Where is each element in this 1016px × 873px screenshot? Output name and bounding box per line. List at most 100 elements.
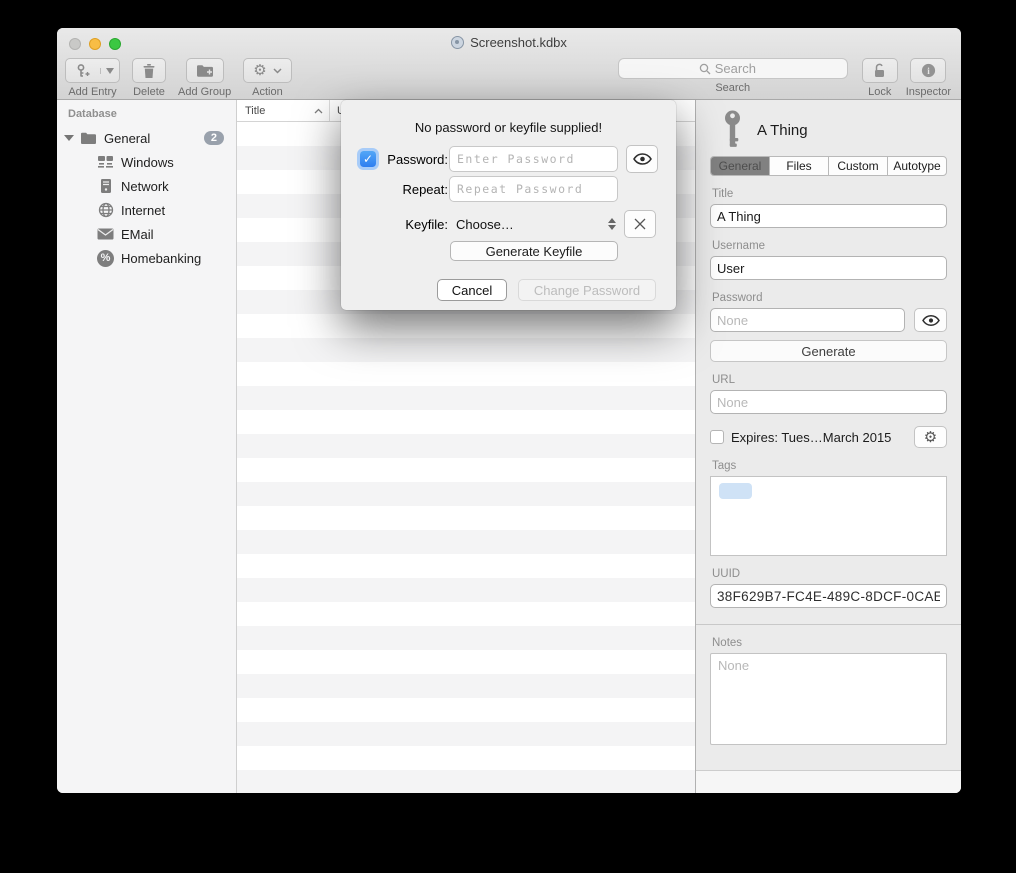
- folder-icon: [80, 130, 97, 147]
- dialog-password-label: Password:: [380, 152, 448, 167]
- add-group-label: Add Group: [178, 86, 231, 98]
- sidebar-item-label: Network: [121, 179, 169, 194]
- divider: [696, 624, 961, 625]
- disclosure-triangle-icon[interactable]: [64, 135, 74, 141]
- reveal-password-button[interactable]: [914, 308, 947, 332]
- tags-label: Tags: [712, 460, 945, 472]
- generate-keyfile-button[interactable]: Generate Keyfile: [450, 241, 618, 261]
- notes-field[interactable]: [710, 653, 947, 745]
- uuid-label: UUID: [712, 568, 945, 580]
- uuid-field[interactable]: [710, 584, 947, 608]
- tags-box[interactable]: [710, 476, 947, 556]
- search-field[interactable]: [618, 58, 848, 79]
- password-checkbox[interactable]: ✓: [360, 151, 376, 167]
- entry-count-badge: 2: [204, 131, 224, 145]
- clear-keyfile-button[interactable]: [624, 210, 656, 238]
- tab-files[interactable]: Files: [770, 157, 829, 175]
- password-field-label: Password: [712, 292, 945, 304]
- add-entry-label: Add Entry: [68, 86, 116, 98]
- sidebar-item-email[interactable]: EMail: [57, 222, 236, 246]
- action-button[interactable]: ⚙: [243, 58, 291, 83]
- sort-ascending-icon: [314, 108, 323, 114]
- gear-icon: ⚙: [253, 63, 266, 78]
- dialog-password-input[interactable]: [449, 146, 618, 172]
- info-icon: i: [921, 63, 936, 78]
- search-label: Search: [715, 82, 750, 94]
- window-title: Screenshot.kdbx: [470, 35, 567, 50]
- sidebar-item-label: Internet: [121, 203, 165, 218]
- eye-icon: [633, 153, 652, 165]
- column-header-title[interactable]: Title: [237, 100, 330, 121]
- url-field[interactable]: [710, 390, 947, 414]
- inspector-label: Inspector: [906, 86, 951, 98]
- expires-settings-button[interactable]: ⚙: [914, 426, 947, 448]
- toolbar: Add Entry Delete Add Group: [57, 54, 961, 100]
- password-field[interactable]: [710, 308, 905, 332]
- search-icon: [699, 63, 711, 75]
- username-field[interactable]: [710, 256, 947, 280]
- sidebar-section-header: Database: [57, 108, 236, 126]
- entry-title: A Thing: [757, 122, 808, 139]
- sidebar-item-internet[interactable]: Internet: [57, 198, 236, 222]
- add-group-button[interactable]: [186, 58, 224, 83]
- sidebar-item-windows[interactable]: Windows: [57, 150, 236, 174]
- delete-label: Delete: [133, 86, 165, 98]
- envelope-icon: [97, 226, 114, 243]
- sidebar-item-label: General: [104, 131, 150, 146]
- chevron-down-icon: [273, 68, 282, 74]
- sidebar-item-homebanking[interactable]: % Homebanking: [57, 246, 236, 270]
- inspector-button[interactable]: i: [910, 58, 946, 83]
- cancel-button[interactable]: Cancel: [437, 279, 507, 301]
- document-proxy-icon: [451, 36, 464, 49]
- lock-label: Lock: [868, 86, 891, 98]
- username-field-label: Username: [712, 240, 945, 252]
- tab-custom[interactable]: Custom: [829, 157, 888, 175]
- lock-button[interactable]: [862, 58, 898, 83]
- sidebar-item-network[interactable]: Network: [57, 174, 236, 198]
- search-input[interactable]: [715, 61, 767, 76]
- change-password-dialog: No password or keyfile supplied! ✓ Passw…: [341, 100, 676, 310]
- tag-pill[interactable]: [719, 483, 752, 499]
- add-entry-dropdown[interactable]: [100, 68, 119, 74]
- add-entry-button[interactable]: [65, 58, 120, 83]
- server-icon: [97, 178, 114, 195]
- generate-password-button[interactable]: Generate: [710, 340, 947, 362]
- window-chrome: Screenshot.kdbx Add Entry: [57, 28, 961, 100]
- dialog-message: No password or keyfile supplied!: [341, 120, 676, 135]
- dialog-repeat-label: Repeat:: [380, 182, 448, 197]
- expires-checkbox[interactable]: [710, 430, 724, 444]
- close-x-icon: [634, 218, 646, 230]
- dialog-keyfile-label: Keyfile:: [380, 217, 448, 232]
- title-field-label: Title: [712, 188, 945, 200]
- sidebar-item-label: Homebanking: [121, 251, 201, 266]
- inspector-tabs: General Files Custom Autotype: [710, 156, 947, 176]
- check-icon: ✓: [363, 152, 373, 166]
- lock-open-icon: [873, 63, 886, 78]
- trash-icon: [142, 63, 156, 79]
- popup-stepper-icon[interactable]: [608, 218, 616, 230]
- sidebar-item-general[interactable]: General 2: [57, 126, 236, 150]
- change-password-button[interactable]: Change Password: [518, 279, 656, 301]
- dialog-reveal-password-button[interactable]: [626, 145, 658, 173]
- action-label: Action: [252, 86, 283, 98]
- gear-icon: ⚙: [924, 430, 937, 445]
- sidebar-item-label: Windows: [121, 155, 174, 170]
- expires-label: Expires: Tues…March 2015: [731, 430, 891, 445]
- titlebar: Screenshot.kdbx: [57, 35, 961, 50]
- sidebar-item-label: EMail: [121, 227, 154, 242]
- folder-plus-icon: [196, 63, 214, 78]
- inspector-footer: [696, 770, 961, 793]
- globe-icon: [97, 202, 114, 219]
- windows-icon: [97, 154, 114, 171]
- eye-icon: [922, 315, 940, 326]
- tab-autotype[interactable]: Autotype: [888, 157, 946, 175]
- dialog-repeat-input[interactable]: [449, 176, 618, 202]
- keyfile-popup-button[interactable]: Choose…: [456, 217, 514, 232]
- url-field-label: URL: [712, 374, 945, 386]
- percent-icon: %: [97, 250, 114, 267]
- tab-general[interactable]: General: [711, 157, 770, 175]
- notes-label: Notes: [712, 637, 945, 649]
- key-plus-icon: [66, 63, 100, 79]
- title-field[interactable]: [710, 204, 947, 228]
- delete-button[interactable]: [132, 58, 166, 83]
